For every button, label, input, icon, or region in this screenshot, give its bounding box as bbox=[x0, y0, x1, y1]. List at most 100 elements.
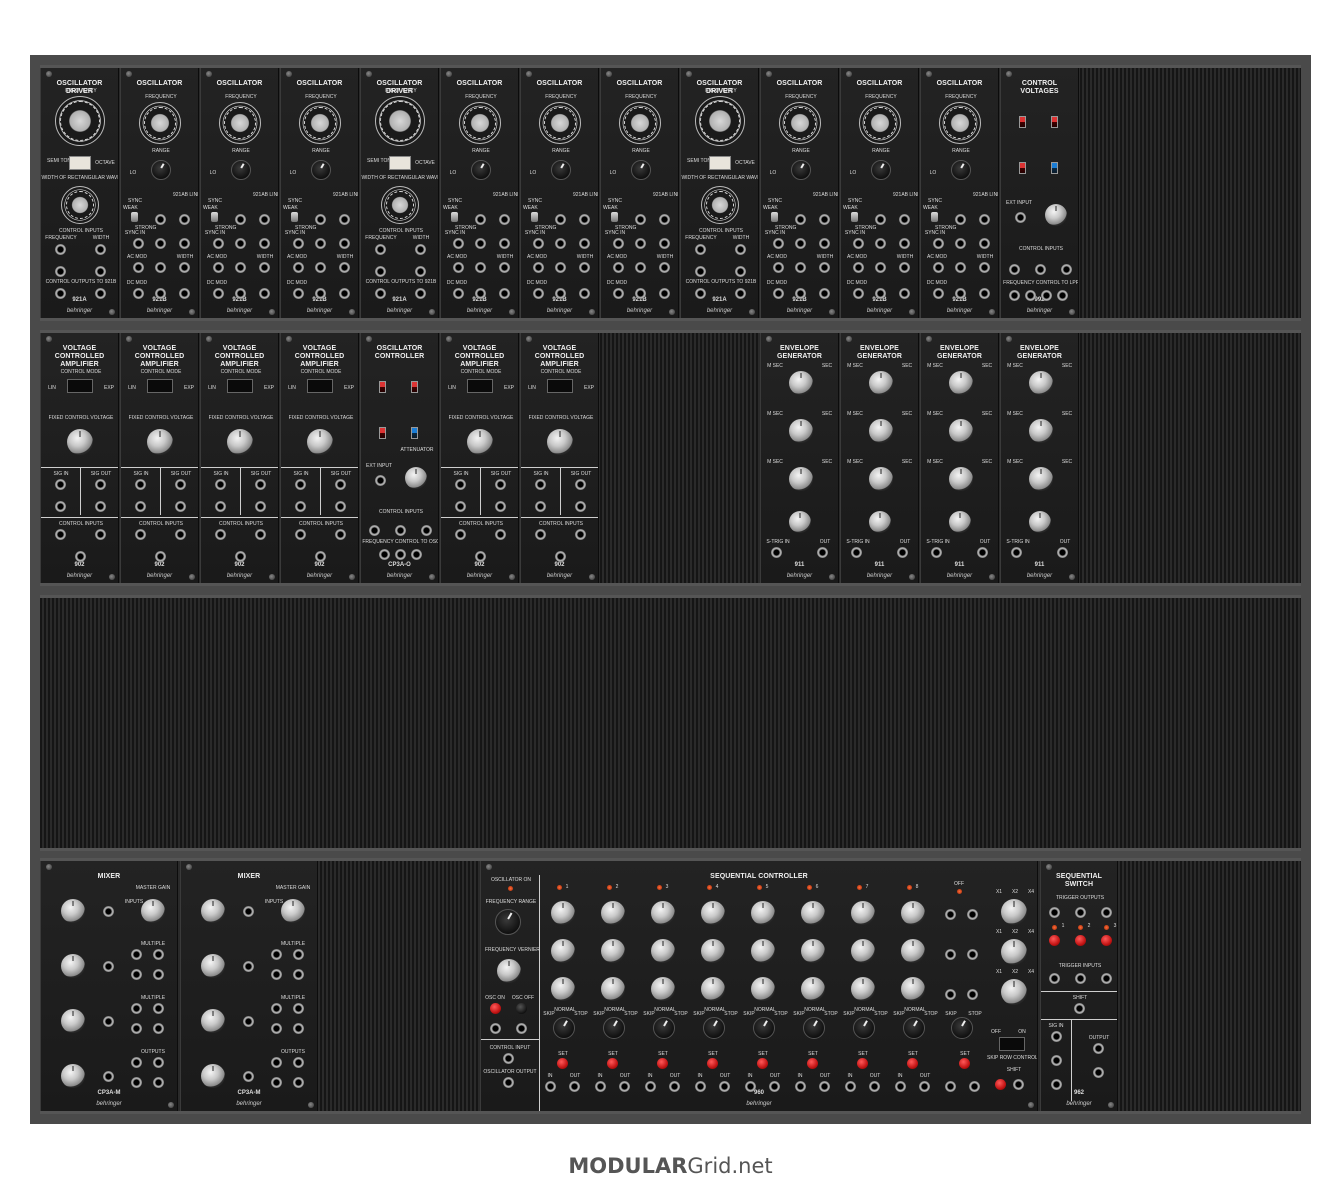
sync-toggle[interactable] bbox=[291, 212, 298, 222]
patch-jack[interactable] bbox=[1035, 264, 1046, 275]
knob[interactable] bbox=[751, 901, 775, 925]
step-set-button[interactable] bbox=[907, 1058, 918, 1069]
patch-jack[interactable] bbox=[1057, 290, 1068, 301]
knob[interactable] bbox=[547, 429, 573, 455]
sync-toggle[interactable] bbox=[771, 212, 778, 222]
patch-jack[interactable] bbox=[499, 288, 510, 299]
patch-jack[interactable] bbox=[955, 238, 966, 249]
patch-jack[interactable] bbox=[271, 1057, 282, 1068]
patch-jack[interactable] bbox=[153, 1077, 164, 1088]
patch-jack[interactable] bbox=[293, 288, 304, 299]
knob[interactable] bbox=[751, 939, 775, 963]
patch-jack[interactable] bbox=[55, 288, 66, 299]
patch-jack[interactable] bbox=[375, 244, 386, 255]
patch-jack[interactable] bbox=[819, 262, 830, 273]
patch-jack[interactable] bbox=[945, 989, 956, 1000]
patch-jack[interactable] bbox=[535, 479, 546, 490]
patch-jack[interactable] bbox=[669, 1081, 680, 1092]
patch-jack[interactable] bbox=[575, 529, 586, 540]
frequency-range-knob[interactable] bbox=[495, 909, 521, 935]
patch-jack[interactable] bbox=[135, 479, 146, 490]
patch-jack[interactable] bbox=[967, 949, 978, 960]
patch-jack[interactable] bbox=[475, 262, 486, 273]
patch-jack[interactable] bbox=[773, 288, 784, 299]
frequency-dial[interactable] bbox=[299, 102, 341, 144]
step-mode-knob[interactable] bbox=[553, 1017, 575, 1039]
osc-on-button[interactable] bbox=[490, 1003, 501, 1014]
patch-jack[interactable] bbox=[875, 214, 886, 225]
patch-jack[interactable] bbox=[771, 547, 782, 558]
patch-jack[interactable] bbox=[243, 1016, 254, 1027]
knob[interactable] bbox=[405, 467, 427, 489]
knob[interactable] bbox=[751, 977, 775, 1001]
knob[interactable] bbox=[467, 429, 493, 455]
patch-jack[interactable] bbox=[613, 288, 624, 299]
patch-jack[interactable] bbox=[95, 529, 106, 540]
patch-jack[interactable] bbox=[659, 214, 670, 225]
patch-jack[interactable] bbox=[899, 262, 910, 273]
patch-jack[interactable] bbox=[75, 551, 86, 562]
patch-jack[interactable] bbox=[55, 529, 66, 540]
patch-jack[interactable] bbox=[795, 214, 806, 225]
patch-jack[interactable] bbox=[335, 501, 346, 512]
patch-jack[interactable] bbox=[293, 1003, 304, 1014]
patch-jack[interactable] bbox=[495, 529, 506, 540]
patch-jack[interactable] bbox=[575, 501, 586, 512]
width-dial[interactable] bbox=[61, 186, 99, 224]
patch-jack[interactable] bbox=[271, 1023, 282, 1034]
knob[interactable] bbox=[61, 954, 85, 978]
knob[interactable] bbox=[1029, 511, 1051, 533]
patch-jack[interactable] bbox=[1093, 1067, 1104, 1078]
patch-jack[interactable] bbox=[235, 262, 246, 273]
patch-jack[interactable] bbox=[293, 969, 304, 980]
patch-jack[interactable] bbox=[415, 244, 426, 255]
knob[interactable] bbox=[201, 1009, 225, 1033]
patch-jack[interactable] bbox=[1051, 1055, 1062, 1066]
patch-jack[interactable] bbox=[955, 288, 966, 299]
patch-jack[interactable] bbox=[1009, 290, 1020, 301]
patch-jack[interactable] bbox=[516, 1023, 527, 1034]
knob[interactable] bbox=[789, 511, 811, 533]
patch-jack[interactable] bbox=[503, 1077, 514, 1088]
patch-jack[interactable] bbox=[415, 288, 426, 299]
patch-jack[interactable] bbox=[259, 238, 270, 249]
knob[interactable] bbox=[851, 939, 875, 963]
patch-jack[interactable] bbox=[411, 549, 422, 560]
patch-jack[interactable] bbox=[875, 288, 886, 299]
knob[interactable] bbox=[1001, 979, 1027, 1005]
patch-jack[interactable] bbox=[931, 547, 942, 558]
patch-jack[interactable] bbox=[295, 529, 306, 540]
patch-jack[interactable] bbox=[255, 501, 266, 512]
patch-jack[interactable] bbox=[1025, 290, 1036, 301]
frequency-dial[interactable] bbox=[859, 102, 901, 144]
range-knob[interactable] bbox=[151, 160, 171, 180]
patch-jack[interactable] bbox=[945, 1081, 956, 1092]
patch-jack[interactable] bbox=[243, 961, 254, 972]
width-dial[interactable] bbox=[381, 186, 419, 224]
patch-jack[interactable] bbox=[619, 1081, 630, 1092]
shift-button[interactable] bbox=[995, 1079, 1006, 1090]
step-mode-knob[interactable] bbox=[603, 1017, 625, 1039]
patch-jack[interactable] bbox=[103, 1016, 114, 1027]
skip-row-switch[interactable] bbox=[999, 1037, 1025, 1051]
channel-button[interactable] bbox=[1075, 935, 1086, 946]
patch-jack[interactable] bbox=[533, 238, 544, 249]
patch-jack[interactable] bbox=[795, 1081, 806, 1092]
patch-jack[interactable] bbox=[575, 479, 586, 490]
patch-jack[interactable] bbox=[945, 949, 956, 960]
patch-jack[interactable] bbox=[819, 288, 830, 299]
patch-jack[interactable] bbox=[955, 262, 966, 273]
patch-jack[interactable] bbox=[535, 529, 546, 540]
patch-jack[interactable] bbox=[735, 266, 746, 277]
patch-jack[interactable] bbox=[455, 529, 466, 540]
patch-jack[interactable] bbox=[235, 214, 246, 225]
patch-jack[interactable] bbox=[533, 262, 544, 273]
cv-switch-2[interactable] bbox=[1051, 116, 1058, 128]
knob[interactable] bbox=[701, 901, 725, 925]
patch-jack[interactable] bbox=[155, 551, 166, 562]
osc-off-button[interactable] bbox=[516, 1003, 527, 1014]
patch-jack[interactable] bbox=[475, 288, 486, 299]
patch-jack[interactable] bbox=[179, 238, 190, 249]
patch-jack[interactable] bbox=[579, 262, 590, 273]
patch-jack[interactable] bbox=[969, 1081, 980, 1092]
